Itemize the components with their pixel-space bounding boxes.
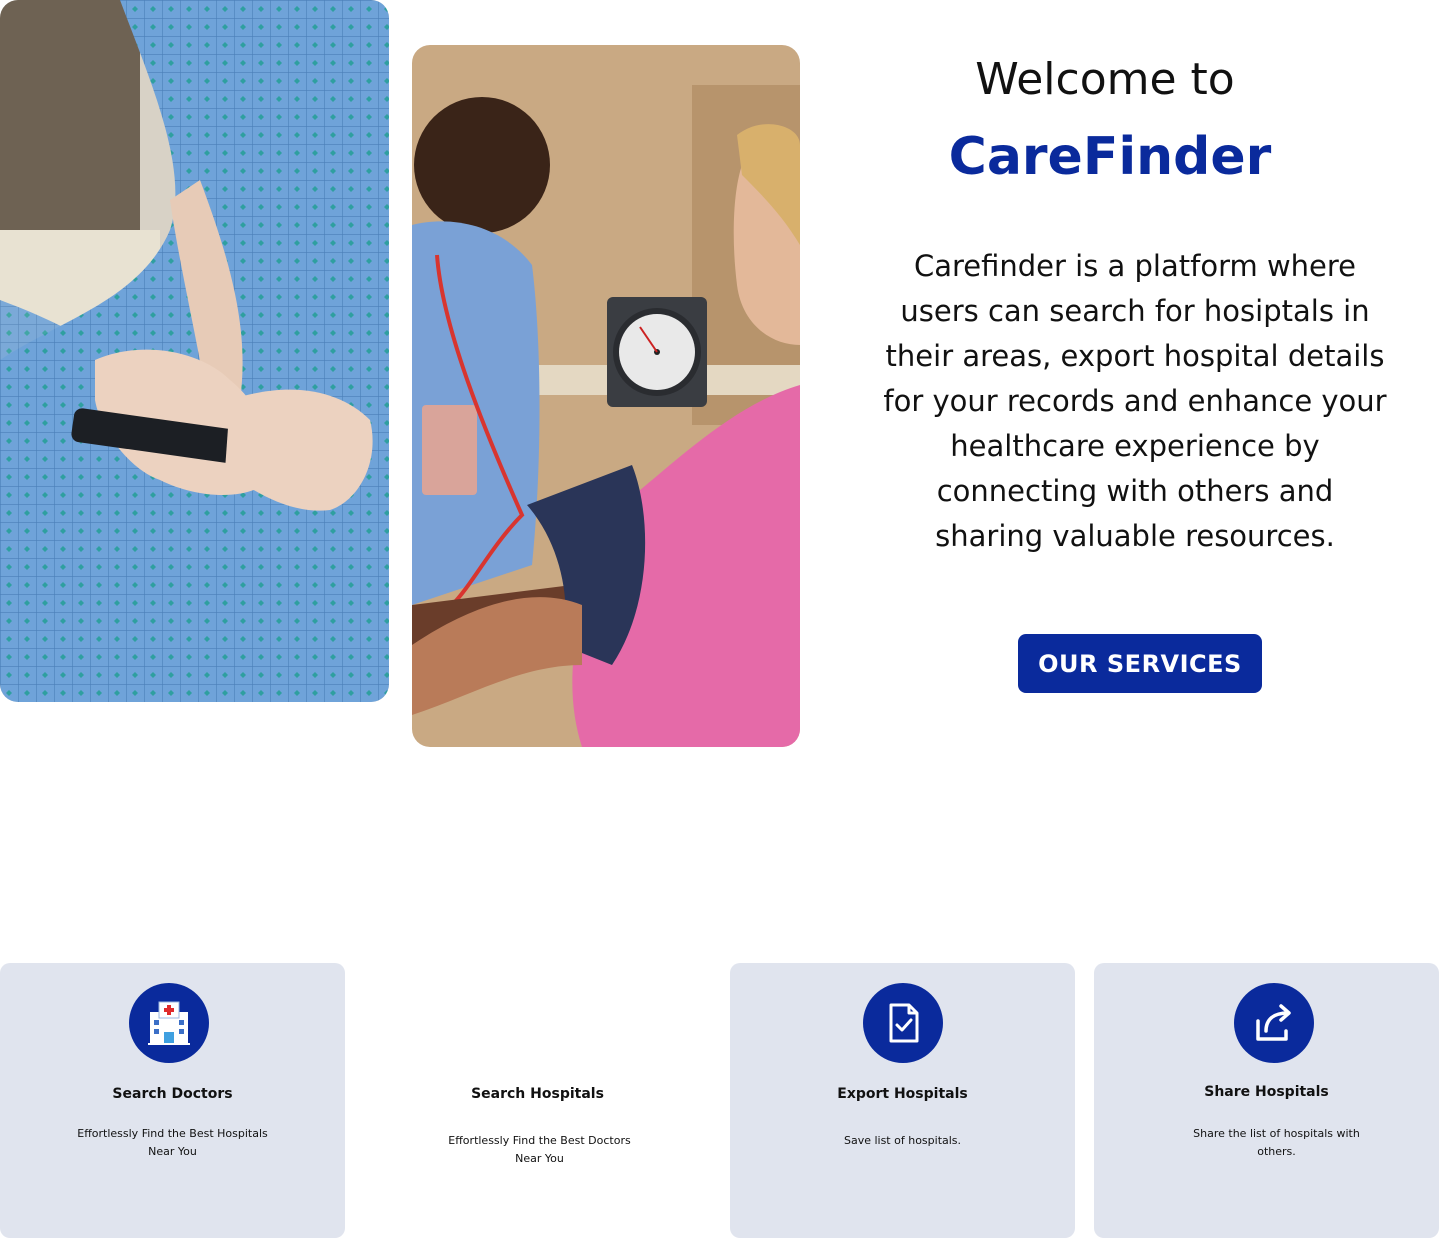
hospital-icon bbox=[128, 983, 209, 1063]
service-title: Export Hospitals bbox=[837, 1086, 968, 1102]
brand-name: CareFinder bbox=[948, 127, 1272, 187]
service-title: Search Doctors bbox=[112, 1086, 233, 1102]
nurse-photo bbox=[412, 45, 800, 747]
patient-photo bbox=[0, 0, 389, 702]
patient-photo-illustration bbox=[0, 0, 389, 702]
share-icon bbox=[1233, 983, 1314, 1063]
our-services-button[interactable]: OUR SERVICES bbox=[1018, 634, 1262, 693]
hero-description: Carefinder is a platform where users can… bbox=[883, 249, 1387, 553]
nurse-photo-illustration bbox=[412, 45, 800, 747]
service-card-search-hospitals[interactable]: Search Hospitals Effortlessly Find the B… bbox=[365, 963, 710, 1238]
service-description: Effortlessly Find the Best Doctors Near … bbox=[448, 1134, 631, 1165]
service-description: Save list of hospitals. bbox=[843, 1134, 962, 1147]
service-card-export-hospitals[interactable]: Export Hospitals Save list of hospitals. bbox=[730, 963, 1075, 1238]
service-title: Search Hospitals bbox=[471, 1086, 604, 1102]
document-check-icon bbox=[862, 983, 943, 1063]
service-card-search-doctors[interactable]: Search Doctors Effortlessly Find the Bes… bbox=[0, 963, 345, 1238]
service-description: Share the list of hospitals with others. bbox=[1193, 1127, 1360, 1158]
service-card-share-hospitals[interactable]: Share Hospitals Share the list of hospit… bbox=[1094, 963, 1439, 1238]
welcome-heading: Welcome to bbox=[975, 54, 1235, 105]
service-description: Effortlessly Find the Best Hospitals Nea… bbox=[77, 1127, 268, 1158]
service-title: Share Hospitals bbox=[1204, 1084, 1329, 1100]
